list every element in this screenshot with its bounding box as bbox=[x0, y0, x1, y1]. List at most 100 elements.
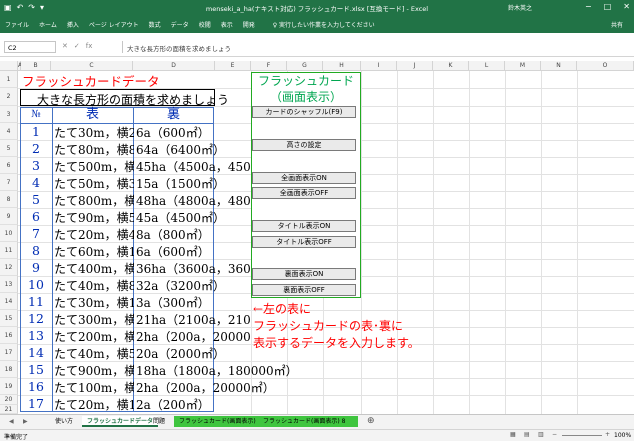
column-header-b[interactable]: B bbox=[21, 61, 51, 71]
cell-omote[interactable]: たて30m，横2 bbox=[54, 124, 134, 141]
function-icon[interactable]: fx bbox=[86, 42, 93, 50]
row-header-3[interactable]: 3 bbox=[0, 106, 18, 123]
tab-developer[interactable]: 開発 bbox=[238, 20, 260, 29]
name-box[interactable]: C2 bbox=[4, 41, 56, 53]
cell-omote[interactable]: たて80m，横8 bbox=[54, 141, 134, 158]
cell-omote[interactable]: たて300m，横 bbox=[54, 311, 134, 328]
height-setting-button[interactable]: 高さの設定 bbox=[252, 139, 356, 151]
enter-icon[interactable]: ✓ bbox=[74, 42, 80, 50]
cell-ura[interactable]: 2a（200㎡） bbox=[136, 396, 210, 413]
column-header-c[interactable]: C bbox=[51, 61, 133, 71]
column-header-i[interactable]: I bbox=[361, 61, 397, 71]
fullscreen-off-button[interactable]: 全画面表示OFF bbox=[252, 187, 356, 199]
cell-omote[interactable]: たて90m，横5 bbox=[54, 209, 134, 226]
header-omote[interactable]: 表 bbox=[52, 107, 133, 123]
row-header-4[interactable]: 4 bbox=[0, 123, 18, 140]
tab-review[interactable]: 校閲 bbox=[194, 20, 216, 29]
minimize-button[interactable]: − bbox=[585, 2, 592, 11]
sheet-tab-flashcard-data[interactable]: フラッシュカードデータ bbox=[82, 416, 159, 427]
cell-ura[interactable]: 20a（2000㎡） bbox=[136, 345, 225, 362]
fullscreen-on-button[interactable]: 全画面表示ON bbox=[252, 172, 356, 184]
column-header-k[interactable]: K bbox=[433, 61, 469, 71]
column-header-n[interactable]: N bbox=[541, 61, 577, 71]
row-header-8[interactable]: 8 bbox=[0, 191, 18, 208]
column-header-o[interactable]: O bbox=[577, 61, 634, 71]
row-header-16[interactable]: 16 bbox=[0, 327, 18, 344]
zoom-level[interactable]: 100% bbox=[614, 432, 631, 439]
row-header-13[interactable]: 13 bbox=[0, 276, 18, 293]
column-header-d[interactable]: D bbox=[133, 61, 215, 71]
cell-omote[interactable]: たて40m，横5 bbox=[54, 345, 134, 362]
cell-no[interactable]: 13 bbox=[20, 328, 52, 343]
row-header-20[interactable]: 20 bbox=[0, 395, 18, 405]
share-button[interactable]: 共有 bbox=[606, 20, 628, 29]
close-button[interactable]: ✕ bbox=[623, 2, 630, 11]
cell-no[interactable]: 5 bbox=[20, 192, 52, 207]
column-header-j[interactable]: J bbox=[397, 61, 433, 71]
column-header-h[interactable]: H bbox=[323, 61, 361, 71]
cell-ura[interactable]: 15a（1500㎡） bbox=[136, 175, 225, 192]
row-header-2[interactable]: 2 bbox=[0, 88, 18, 106]
cell-omote[interactable]: たて400m，横 bbox=[54, 260, 134, 277]
row-header-19[interactable]: 19 bbox=[0, 378, 18, 395]
cell-ura[interactable]: 64a（6400㎡） bbox=[136, 141, 225, 158]
tab-file[interactable]: ファイル bbox=[0, 20, 34, 29]
tab-insert[interactable]: 挿入 bbox=[62, 20, 84, 29]
row-header-17[interactable]: 17 bbox=[0, 344, 18, 361]
column-header-g[interactable]: G bbox=[287, 61, 323, 71]
cell-ura[interactable]: 21ha（2100a，21000 bbox=[136, 311, 251, 328]
cell-no[interactable]: 12 bbox=[20, 311, 52, 326]
cell-ura[interactable]: 3a（300㎡） bbox=[136, 294, 210, 311]
cell-omote[interactable]: たて200m，横 bbox=[54, 328, 134, 345]
shuffle-button[interactable]: カードのシャッフル(F9) bbox=[252, 106, 356, 118]
cell-ura[interactable]: 45a（4500㎡） bbox=[136, 209, 225, 226]
column-header-m[interactable]: M bbox=[505, 61, 541, 71]
back-on-button[interactable]: 裏面表示ON bbox=[252, 268, 356, 280]
cell-omote[interactable]: たて50m，横3 bbox=[54, 175, 134, 192]
sheet-tab-problems[interactable]: 問題 bbox=[148, 416, 170, 427]
row-header-7[interactable]: 7 bbox=[0, 174, 18, 191]
user-name[interactable]: 鈴木英之 bbox=[508, 3, 532, 12]
cell-no[interactable]: 14 bbox=[20, 345, 52, 360]
back-off-button[interactable]: 裏面表示OFF bbox=[252, 284, 356, 296]
tab-home[interactable]: ホーム bbox=[34, 20, 62, 29]
cell-no[interactable]: 7 bbox=[20, 226, 52, 241]
sheet-nav-prev-icon[interactable]: ◀ bbox=[4, 416, 19, 427]
title-on-button[interactable]: タイトル表示ON bbox=[252, 220, 356, 232]
cell-omote[interactable]: たて60m，横1 bbox=[54, 243, 134, 260]
cell-no[interactable]: 3 bbox=[20, 158, 52, 173]
tab-formulas[interactable]: 数式 bbox=[144, 20, 166, 29]
header-no[interactable]: № bbox=[20, 107, 52, 123]
view-pagebreak-icon[interactable]: ▥ bbox=[538, 431, 544, 438]
column-header-l[interactable]: L bbox=[469, 61, 505, 71]
column-header-e[interactable]: E bbox=[215, 61, 251, 71]
cell-ura[interactable]: 6a（600㎡） bbox=[136, 124, 210, 141]
cell-no[interactable]: 16 bbox=[20, 379, 52, 394]
sheet-tab-flashcard-display[interactable]: フラッシュカード(画面表示) bbox=[174, 416, 261, 427]
cell-no[interactable]: 10 bbox=[20, 277, 52, 292]
tab-data[interactable]: データ bbox=[166, 20, 194, 29]
cell-ura[interactable]: 8a（800㎡） bbox=[136, 226, 210, 243]
row-header-14[interactable]: 14 bbox=[0, 293, 18, 310]
cell-no[interactable]: 8 bbox=[20, 243, 52, 258]
cell-no[interactable]: 15 bbox=[20, 362, 52, 377]
cell-ura[interactable]: 18ha（1800a，180000㎡） bbox=[136, 362, 298, 379]
cell-no[interactable]: 1 bbox=[20, 124, 52, 139]
row-header-1[interactable]: 1 bbox=[0, 71, 18, 88]
cell-omote[interactable]: たて900m，横 bbox=[54, 362, 134, 379]
header-ura[interactable]: 裏 bbox=[133, 107, 214, 123]
view-normal-icon[interactable]: ▦ bbox=[510, 431, 516, 438]
row-header-6[interactable]: 6 bbox=[0, 157, 18, 174]
row-header-10[interactable]: 10 bbox=[0, 225, 18, 242]
cell-no[interactable]: 4 bbox=[20, 175, 52, 190]
cell-omote[interactable]: たて20m，横1 bbox=[54, 396, 134, 413]
cell-omote[interactable]: たて40m，横8 bbox=[54, 277, 134, 294]
cancel-icon[interactable]: ✕ bbox=[62, 42, 68, 50]
title-off-button[interactable]: タイトル表示OFF bbox=[252, 236, 356, 248]
add-sheet-icon[interactable]: ⊕ bbox=[362, 416, 380, 427]
row-header-5[interactable]: 5 bbox=[0, 140, 18, 157]
cell-ura[interactable]: 6a（600㎡） bbox=[136, 243, 210, 260]
cell-no[interactable]: 9 bbox=[20, 260, 52, 275]
cell-omote[interactable]: たて100m，横 bbox=[54, 379, 134, 396]
row-header-11[interactable]: 11 bbox=[0, 242, 18, 259]
